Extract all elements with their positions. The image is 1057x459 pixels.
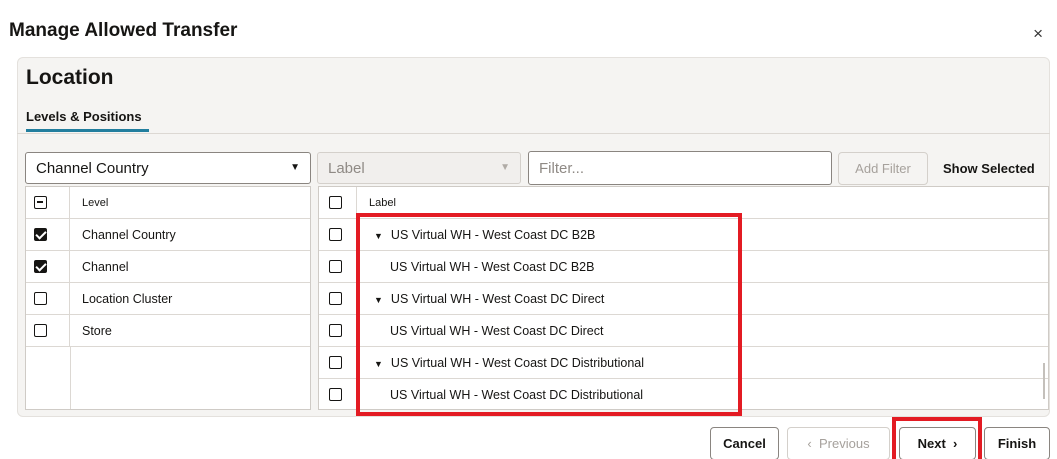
checkbox-cell [319, 315, 357, 346]
level-checkbox[interactable] [34, 292, 47, 305]
checkbox-cell [319, 187, 357, 218]
position-checkbox[interactable] [329, 260, 342, 273]
level-row-store[interactable]: Store [26, 315, 310, 347]
level-dropdown-value: Channel Country [36, 160, 149, 177]
chevron-down-icon: ▼ [500, 162, 510, 173]
finish-button[interactable]: Finish [984, 427, 1050, 459]
label-column-header: Label [369, 197, 396, 209]
chevron-right-icon: › [945, 436, 958, 451]
highlight-positions [356, 213, 742, 416]
checkbox-cell [26, 187, 70, 218]
checkbox-cell [319, 219, 357, 250]
empty-cell-divider [70, 347, 71, 409]
table-header-row: Level [26, 187, 310, 219]
cancel-button[interactable]: Cancel [710, 427, 779, 459]
checkbox-cell [319, 251, 357, 282]
tab-levels-positions[interactable]: Levels & Positions [26, 109, 142, 124]
checkbox-cell [319, 283, 357, 314]
level-row-label: Location Cluster [82, 292, 173, 306]
select-all-checkbox[interactable] [34, 196, 47, 209]
show-selected-link[interactable]: Show Selected [943, 161, 1035, 176]
previous-button[interactable]: ‹ Previous [787, 427, 890, 459]
checkbox-cell [26, 219, 70, 250]
position-checkbox[interactable] [329, 388, 342, 401]
filter-input[interactable] [528, 151, 832, 185]
chevron-left-icon: ‹ [807, 436, 819, 451]
position-checkbox[interactable] [329, 324, 342, 337]
add-filter-button[interactable]: Add Filter [838, 152, 928, 185]
level-row-channel[interactable]: Channel [26, 251, 310, 283]
level-dropdown[interactable]: Channel Country ▼ [25, 152, 311, 184]
level-row-label: Channel [82, 260, 129, 274]
section-title: Location [26, 66, 114, 89]
levels-table: Level Channel Country Channel Location C… [25, 186, 311, 410]
checkbox-cell [319, 347, 357, 378]
level-checkbox[interactable] [34, 260, 47, 273]
checkbox-cell [319, 379, 357, 410]
level-column-header: Level [82, 197, 109, 209]
checkbox-cell [26, 283, 70, 314]
next-button[interactable]: Next › [899, 427, 976, 459]
tab-divider [17, 133, 1050, 134]
tab-underline [26, 129, 149, 132]
checkbox-cell [26, 315, 70, 346]
level-checkbox[interactable] [34, 228, 47, 241]
next-label: Next [917, 436, 946, 451]
checkbox-cell [26, 251, 70, 282]
position-checkbox[interactable] [329, 356, 342, 369]
level-row-location-cluster[interactable]: Location Cluster [26, 283, 310, 315]
position-checkbox[interactable] [329, 228, 342, 241]
scrollbar[interactable] [1043, 363, 1045, 399]
previous-label: Previous [818, 436, 870, 451]
position-checkbox[interactable] [329, 292, 342, 305]
chevron-down-icon: ▼ [290, 162, 300, 173]
level-row-label: Channel Country [82, 228, 176, 242]
label-dropdown[interactable]: Label ▼ [317, 152, 521, 184]
level-checkbox[interactable] [34, 324, 47, 337]
level-row-channel-country[interactable]: Channel Country [26, 219, 310, 251]
select-all-checkbox[interactable] [329, 196, 342, 209]
label-dropdown-value: Label [328, 160, 365, 177]
dialog-title: Manage Allowed Transfer [9, 20, 238, 41]
level-row-label: Store [82, 324, 112, 338]
close-icon[interactable]: × [1033, 24, 1043, 44]
